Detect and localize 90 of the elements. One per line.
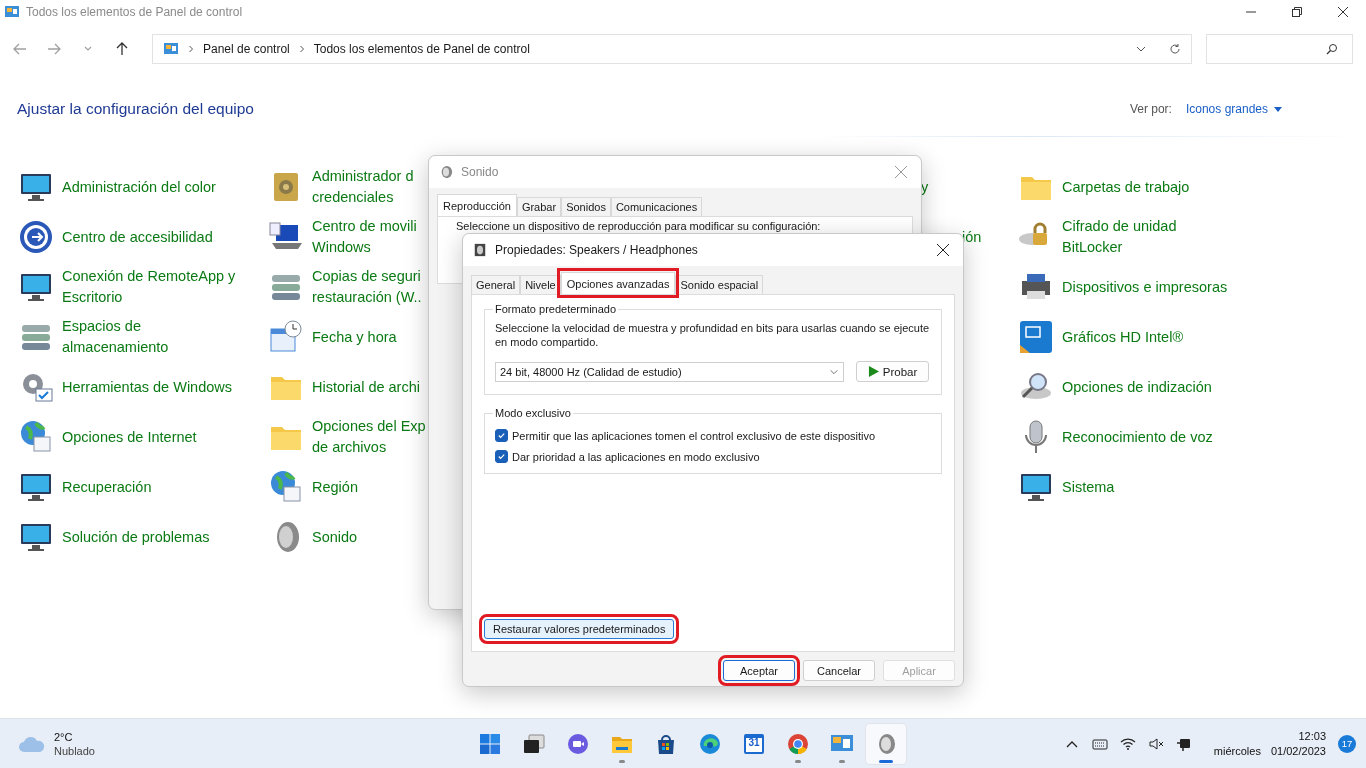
close-icon[interactable]: [937, 244, 949, 256]
browser-swirl-icon: [698, 731, 722, 756]
dialog-button[interactable]: Cancelar: [803, 660, 875, 681]
tab[interactable]: Sonidos: [561, 197, 611, 216]
play-icon: [867, 366, 879, 377]
window-title: Todos los elementos de Panel de control: [26, 5, 243, 19]
page-heading: Ajustar la configuración del equipo: [17, 100, 254, 118]
chat-icon: [566, 731, 590, 756]
dialog-title: Propiedades: Speakers / Headphones: [495, 243, 698, 257]
control-panel-link[interactable]: Centro de accesibilidad: [62, 226, 213, 248]
control-panel-link[interactable]: Opciones del Exp de archivos: [312, 416, 426, 458]
checkbox-label: Dar prioridad a las aplicaciones en modo exclusivo: [512, 450, 760, 463]
control-panel-link[interactable]: Conexión de RemoteApp y Escritorio: [62, 266, 236, 308]
format-dropdown[interactable]: 24 bit, 48000 Hz (Calidad de estudio): [495, 361, 844, 382]
chrome-icon: [786, 731, 810, 756]
group-title: Formato predeterminado: [494, 303, 618, 315]
control-panel-link[interactable]: Copias de seguri restauración (W..: [312, 266, 422, 308]
globe-icon: [268, 469, 304, 505]
restore-icon[interactable]: [1292, 7, 1302, 17]
clock-day: miércoles: [1213, 743, 1261, 759]
task-view-icon: [522, 731, 546, 756]
tab[interactable]: Sonido espacial: [675, 275, 764, 294]
search-field[interactable]: [1206, 34, 1353, 64]
control-panel-link[interactable]: Administración del color: [62, 176, 216, 198]
tab[interactable]: Grabar: [516, 197, 562, 216]
breadcrumb[interactable]: Panel de control: [203, 42, 290, 56]
control-panel-link[interactable]: Sonido: [312, 526, 358, 548]
description-text: Seleccione la velocidad de muestra y profundidad en bits para usarlas cuando se ejecute en modo compartido.: [495, 321, 931, 349]
check-icon: [497, 431, 506, 440]
taskbar-button[interactable]: 31: [734, 723, 774, 764]
cloud-icon: [18, 734, 46, 753]
accessibility-icon: [18, 219, 54, 255]
view-by-label: Ver por:: [1129, 102, 1172, 116]
control-panel-link[interactable]: Herramientas de Windows: [62, 376, 233, 398]
caret-icon: [1274, 106, 1282, 112]
speaker-icon: [439, 165, 453, 179]
control-panel-link[interactable]: ión: [962, 226, 982, 248]
weather-condition: Nublado: [54, 743, 95, 758]
checkbox-label: Permitir que las aplicaciones tomen el control exclusivo de este dispositivo: [512, 429, 876, 442]
speaker-icon: [473, 243, 487, 257]
tab[interactable]: Reproducción: [437, 194, 517, 216]
breadcrumb[interactable]: Todos los elementos de Panel de control: [313, 42, 530, 56]
tab[interactable]: General: [471, 275, 521, 294]
clock-time: 12:03: [1298, 728, 1326, 744]
tab[interactable]: Nivele: [520, 275, 561, 294]
up-arrow-icon[interactable]: [114, 41, 130, 57]
chevron-right-icon: [187, 45, 195, 53]
control-panel-link[interactable]: Centro de movili Windows: [312, 216, 417, 258]
control-panel-icon: [4, 4, 20, 20]
tab[interactable]: Comunicaciones: [610, 197, 703, 216]
control-panel-link[interactable]: Solución de problemas: [62, 526, 210, 548]
temperature: 2°C: [54, 729, 74, 744]
control-panel-link[interactable]: Historial de archi: [312, 376, 420, 398]
control-panel-link[interactable]: Reconocimiento de voz: [1062, 426, 1213, 448]
control-panel-link[interactable]: Cifrado de unidad BitLocker: [1062, 216, 1177, 258]
control-panel-link[interactable]: Espacios de almacenamiento: [62, 316, 169, 358]
globe-icon: [18, 419, 54, 455]
close-icon[interactable]: [1338, 7, 1348, 17]
app-tile-icon: [1018, 319, 1054, 355]
dialog-title: Sonido: [461, 165, 499, 179]
refresh-icon[interactable]: [1169, 43, 1181, 55]
clock[interactable]: 12:03 miércoles 01/02/2023: [1213, 728, 1326, 759]
search-icon: [1326, 43, 1338, 55]
control-panel-link[interactable]: Fecha y hora: [312, 326, 397, 348]
instruction-text: Seleccione un dispositivo de reproducción para modificar su configuración:: [456, 220, 821, 232]
control-panel-link[interactable]: Sistema: [1062, 476, 1115, 498]
control-panel-link[interactable]: Recuperación: [62, 476, 152, 498]
windows-logo-icon: [478, 731, 502, 756]
control-panel-icon: [163, 41, 179, 57]
control-panel-link[interactable]: Dispositivos e impresoras: [1062, 276, 1228, 298]
chevron-right-icon: [297, 45, 306, 53]
control-panel-link[interactable]: Región: [312, 476, 358, 498]
control-panel-link[interactable]: Opciones de indización: [1062, 376, 1212, 398]
calendar-date: 31: [747, 736, 761, 748]
checkbox[interactable]: [495, 450, 508, 463]
check-icon: [497, 452, 506, 461]
control-panel-link[interactable]: Carpetas de trabajo: [1062, 176, 1190, 198]
calendar-icon: [268, 319, 304, 355]
control-panel-link[interactable]: Administrador d credenciales: [312, 166, 414, 208]
checkbox[interactable]: [495, 429, 508, 442]
control-panel-link[interactable]: Gráficos HD Intel®: [1062, 326, 1184, 348]
speaker-muted-icon[interactable]: [1147, 735, 1164, 752]
view-dropdown[interactable]: Iconos grandes: [1185, 102, 1282, 116]
group-title: Modo exclusivo: [494, 407, 572, 419]
control-panel-link[interactable]: Opciones de Internet: [62, 426, 197, 448]
test-button[interactable]: Probar: [856, 361, 929, 382]
address-bar[interactable]: Panel de control Todos los elementos de Panel de control: [152, 34, 1192, 64]
notification-badge[interactable]: 17: [1338, 734, 1356, 753]
clock-date: 01/02/2023: [1270, 743, 1326, 759]
calendar-icon: [742, 731, 766, 756]
